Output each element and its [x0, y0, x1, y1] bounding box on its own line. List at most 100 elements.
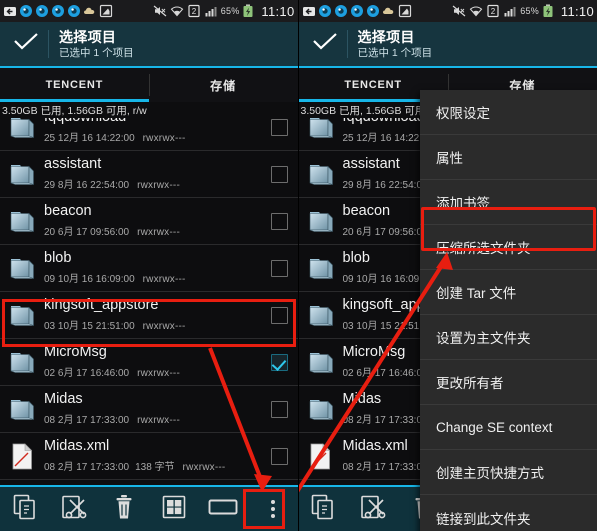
file-type-icon — [0, 245, 44, 292]
file-permissions-label: rwxrwx--- — [142, 132, 186, 144]
row-checkbox[interactable] — [271, 306, 288, 324]
table-row[interactable]: fqqdownload25 12月 16 14:22:00rwxrwx--- — [0, 116, 298, 151]
file-type-icon — [299, 386, 343, 433]
folder-icon — [9, 209, 35, 234]
menu-item[interactable]: 创建主页快捷方式 — [420, 450, 597, 495]
table-row[interactable]: Midas.xml 08 2月 17 17:33:00 138 字节 rwxrwx--… — [0, 433, 298, 480]
row-checkbox[interactable] — [271, 165, 288, 183]
action-bar-divider — [346, 30, 348, 58]
folder-icon — [308, 397, 334, 422]
tab-bar: TENCENT 存储 — [0, 66, 298, 102]
file-list[interactable]: fqqdownload25 12月 16 14:22:00rwxrwx---as… — [0, 116, 298, 485]
table-row[interactable]: kingsoft_appstore 03 10月 15 21:51:00 rwxrw… — [0, 292, 298, 339]
file-permissions-label: rwxrwx--- — [137, 367, 180, 379]
copy-button[interactable] — [0, 486, 50, 531]
file-date-label: 08 2月 17 17:33:00 — [44, 414, 130, 426]
row-checkbox-cell[interactable] — [262, 259, 298, 277]
action-bar-titles: 选择项目 已选中 1 个项目 — [358, 29, 433, 59]
file-permissions-label: rwxrwx--- — [182, 461, 226, 473]
wifi-icon — [170, 4, 184, 18]
file-permissions-label: rwxrwx--- — [137, 179, 180, 191]
status-bar: 2 65% 11:10 — [298, 0, 597, 22]
bottom-toolbar — [0, 485, 298, 531]
row-checkbox[interactable] — [271, 447, 288, 465]
menu-item[interactable]: 创建 Tar 文件 — [420, 270, 597, 315]
confirm-selection-button[interactable] — [305, 22, 345, 66]
selection-count-label: 已选中 1 个项目 — [357, 47, 433, 60]
action-bar: 选择项目 已选中 1 个项目 — [0, 22, 298, 66]
sim2-icon: 2 — [486, 4, 500, 18]
row-checkbox-cell[interactable] — [262, 353, 298, 371]
folder-icon — [308, 116, 334, 140]
file-type-icon — [0, 198, 44, 245]
table-row[interactable]: blob 09 10月 16 16:09:00 rwxrwx--- — [0, 245, 298, 292]
table-row[interactable]: Midas 08 2月 17 17:33:00 rwxrwx--- — [0, 386, 298, 433]
file-permissions-label: rwxrwx--- — [142, 273, 186, 285]
file-date-label: 08 2月 17 17:33:00 — [44, 461, 130, 473]
clock-label: 11:10 — [560, 3, 594, 19]
confirm-selection-button[interactable] — [6, 22, 46, 66]
file-type-icon — [299, 116, 343, 151]
screenshot-icon — [398, 4, 412, 18]
file-date-label: 20 6月 17 09:56:00 — [342, 226, 428, 238]
overflow-context-menu[interactable]: 权限设定 属性 添加书签 压缩所选文件夹 创建 Tar 文件 设置为主文件夹 更改所有者 Ch… — [420, 90, 597, 531]
menu-item[interactable]: 更改所有者 — [420, 360, 597, 405]
tab-storage[interactable]: 存储 — [149, 68, 298, 102]
rename-button[interactable] — [198, 486, 248, 531]
table-row[interactable]: MicroMsg 02 6月 17 16:46:00 rwxrwx--- — [0, 339, 298, 386]
select-all-button[interactable] — [149, 486, 199, 531]
table-row[interactable]: assistant 29 8月 16 22:54:00 rwxrwx--- — [0, 151, 298, 198]
file-info-label: 29 8月 16 22:54:00 rwxrwx--- — [44, 176, 262, 191]
row-checkbox-cell[interactable] — [262, 306, 298, 324]
file-meta: MicroMsg 02 6月 17 16:46:00 rwxrwx--- — [44, 345, 262, 379]
menu-item[interactable]: 链接到此文件夹 — [420, 495, 597, 531]
cut-button[interactable] — [50, 486, 100, 531]
file-type-icon — [0, 339, 44, 386]
select-all-icon — [162, 495, 186, 524]
cut-button[interactable] — [348, 486, 398, 531]
folder-icon — [9, 116, 35, 140]
folder-icon — [9, 397, 35, 422]
row-checkbox[interactable] — [271, 400, 288, 418]
row-checkbox-cell[interactable] — [262, 400, 298, 418]
menu-item[interactable]: 压缩所选文件夹 — [420, 225, 597, 270]
row-checkbox[interactable] — [271, 353, 288, 371]
menu-item[interactable]: 添加书签 — [420, 180, 597, 225]
row-checkbox[interactable] — [271, 118, 288, 136]
row-checkbox-cell[interactable] — [262, 165, 298, 183]
menu-item[interactable]: 设置为主文件夹 — [420, 315, 597, 360]
file-type-icon — [0, 116, 44, 151]
row-checkbox-cell[interactable] — [262, 118, 298, 136]
file-date-label: 29 8月 16 22:54:00 — [342, 179, 428, 191]
signal-icon — [503, 4, 517, 18]
copy-icon — [311, 494, 335, 525]
row-checkbox-cell[interactable] — [262, 447, 298, 465]
folder-icon — [9, 162, 35, 187]
check-icon — [312, 32, 338, 57]
row-checkbox-cell[interactable] — [262, 212, 298, 230]
menu-item[interactable]: 权限设定 — [420, 90, 597, 135]
more-options-button[interactable] — [248, 486, 298, 531]
folder-icon — [9, 350, 35, 375]
row-checkbox[interactable] — [271, 212, 288, 230]
action-bar-divider — [48, 30, 49, 58]
delete-button[interactable] — [99, 486, 149, 531]
right-screen: 2 65% 11:10 选择项目 已选中 1 个项目 TENCENT 存储 3.… — [297, 0, 597, 531]
clock-label: 11:10 — [261, 3, 295, 19]
file-meta: beacon 20 6月 17 09:56:00 rwxrwx--- — [44, 204, 262, 238]
status-bar-system-icons: 2 65% 11:10 — [153, 4, 295, 19]
file-type-icon — [299, 151, 343, 198]
qq-icon — [19, 4, 33, 18]
action-bar-titles: 选择项目 已选中 1 个项目 — [59, 29, 134, 59]
tab-tencent[interactable]: TENCENT — [0, 68, 149, 102]
file-date-label: 25 12月 16 14:22:00 — [44, 132, 135, 144]
copy-button[interactable] — [299, 486, 349, 531]
table-row[interactable]: beacon 20 6月 17 09:56:00 rwxrwx--- — [0, 198, 298, 245]
folder-icon — [308, 209, 334, 234]
file-name-label: assistant — [44, 157, 102, 173]
row-checkbox[interactable] — [271, 259, 288, 277]
weather-cloud-icon — [83, 4, 97, 18]
file-date-label: 08 2月 17 17:33:00 — [342, 461, 428, 473]
menu-item[interactable]: 属性 — [420, 135, 597, 180]
menu-item[interactable]: Change SE context — [420, 405, 597, 450]
